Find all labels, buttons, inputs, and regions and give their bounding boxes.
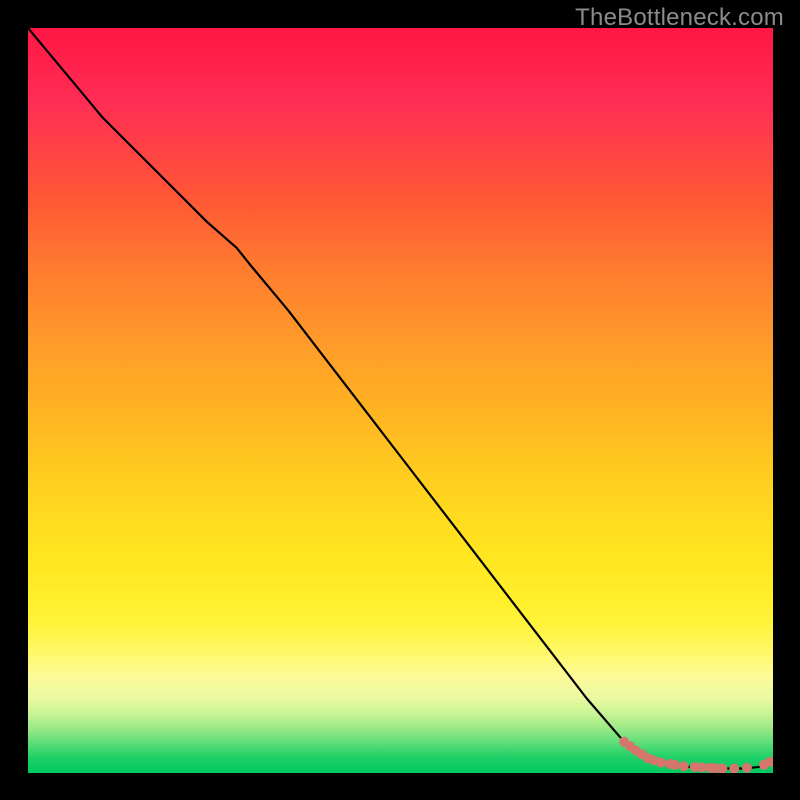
plot-area xyxy=(28,28,773,773)
data-point xyxy=(670,760,680,770)
data-point xyxy=(729,764,739,773)
bottleneck-curve xyxy=(28,28,773,769)
chart-svg xyxy=(28,28,773,773)
data-points-group xyxy=(619,737,773,773)
chart-canvas: TheBottleneck.com xyxy=(0,0,800,800)
data-point xyxy=(679,761,689,771)
data-point xyxy=(656,758,666,768)
data-point xyxy=(742,763,752,773)
